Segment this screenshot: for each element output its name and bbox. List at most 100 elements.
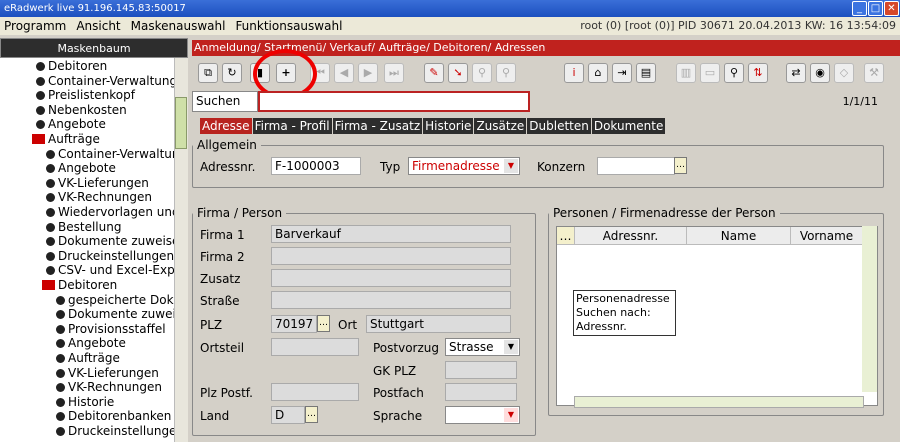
sidebar-item[interactable]: VK-Rechnungen xyxy=(46,190,152,204)
sidebar-item[interactable]: Angebote xyxy=(36,117,106,131)
plz-field[interactable]: 70197 xyxy=(271,315,317,333)
find-icon[interactable]: ⚲ xyxy=(472,63,492,83)
column-header-vorname[interactable]: Vorname xyxy=(791,227,863,245)
tab-adresse[interactable]: Adresse xyxy=(200,118,252,134)
sidebar-item[interactable]: Dokumente zuweise xyxy=(46,234,179,248)
typ-select[interactable]: Firmenadresse ▼ xyxy=(408,157,520,175)
firma2-field[interactable] xyxy=(271,247,511,265)
firma1-field[interactable]: Barverkauf xyxy=(271,225,511,243)
tab-firma-zusatz[interactable]: Firma - Zusatz xyxy=(332,118,423,134)
window-icon[interactable]: ▭ xyxy=(700,63,720,83)
sidebar-item[interactable]: Dokumente zuwei xyxy=(56,307,176,321)
tab-zusaetze[interactable]: Zusätze xyxy=(474,118,527,134)
sidebar-item[interactable]: Angebote xyxy=(46,161,116,175)
tree-scroll-thumb[interactable] xyxy=(175,97,187,149)
adressnr-field[interactable]: F-1000003 xyxy=(271,157,361,175)
sidebar-item[interactable]: Debitoren xyxy=(42,278,117,292)
tag-icon[interactable]: ◇ xyxy=(834,63,854,83)
print-icon[interactable]: ▤ xyxy=(636,63,656,83)
menu-funktionsauswahl[interactable]: Funktionsauswahl xyxy=(235,19,342,33)
sidebar-item[interactable]: VK-Lieferungen xyxy=(56,366,159,380)
ortsteil-field[interactable] xyxy=(271,338,359,356)
strasse-field[interactable] xyxy=(271,291,511,309)
menu-maskenauswahl[interactable]: Maskenauswahl xyxy=(131,19,226,33)
tab-historie[interactable]: Historie xyxy=(423,118,474,134)
tab-bar: Adresse Firma - Profil Firma - Zusatz Histo… xyxy=(200,118,666,134)
chevron-down-icon[interactable]: ▼ xyxy=(504,159,518,173)
edit-icon[interactable]: ✎ xyxy=(424,63,444,83)
sidebar-item[interactable]: Container-Verwaltung xyxy=(46,147,187,161)
sidebar-item[interactable]: Container-Verwaltung xyxy=(36,74,177,88)
prev-record-icon[interactable]: ◀ xyxy=(334,63,354,83)
globe-icon[interactable]: ◉ xyxy=(810,63,830,83)
switch-icon[interactable]: ⇄ xyxy=(786,63,806,83)
sidebar-item[interactable]: VK-Rechnungen xyxy=(56,380,162,394)
sidebar-item[interactable]: Bestellung xyxy=(46,220,121,234)
sidebar-item[interactable]: Provisionsstaffel xyxy=(56,322,166,336)
sort-icon[interactable]: ⇅ xyxy=(748,63,768,83)
copy-icon[interactable]: ⧉ xyxy=(198,63,218,83)
postvorzug-select[interactable]: Strasse ▼ xyxy=(445,338,520,356)
sidebar-item[interactable]: Druckeinstellungen xyxy=(46,249,174,263)
plzpostf-field[interactable] xyxy=(271,383,359,401)
home-icon[interactable]: ⌂ xyxy=(588,63,608,83)
postfach-field[interactable] xyxy=(445,383,517,401)
pointer-icon[interactable]: ➘ xyxy=(448,63,468,83)
menu-programm[interactable]: Programm xyxy=(4,19,66,33)
search-icon[interactable]: ⚲ xyxy=(724,63,744,83)
sidebar-item[interactable]: Druckeinstellunge xyxy=(56,424,176,438)
window-title: eRadwerk live 91.196.145.83:50017 xyxy=(4,3,186,14)
sidebar-item[interactable]: Angebote xyxy=(56,336,126,350)
plz-lookup-icon[interactable]: … xyxy=(317,315,330,332)
konzern-lookup-icon[interactable]: … xyxy=(674,157,687,174)
tools-icon[interactable]: ⚒ xyxy=(864,63,884,83)
sidebar-item[interactable]: gespeicherte Doku xyxy=(56,293,181,307)
sidebar-item[interactable]: Debitoren xyxy=(36,59,107,73)
land-lookup-icon[interactable]: … xyxy=(305,406,318,423)
column-header-name[interactable]: Name xyxy=(687,227,791,245)
zusatz-field[interactable] xyxy=(271,269,511,287)
sidebar-item[interactable]: Aufträge xyxy=(56,351,120,365)
menu-ansicht[interactable]: Ansicht xyxy=(76,19,120,33)
table-menu-icon[interactable]: … xyxy=(557,227,575,245)
info-icon[interactable]: i xyxy=(564,63,584,83)
sidebar-item[interactable]: Wiedervorlagen und xyxy=(46,205,180,219)
tab-dokumente[interactable]: Dokumente xyxy=(591,118,666,134)
tab-firma-profil[interactable]: Firma - Profil xyxy=(252,118,332,134)
ort-field[interactable]: Stuttgart xyxy=(366,315,511,333)
column-header-adressnr[interactable]: Adressnr. xyxy=(575,227,687,245)
sidebar-item[interactable]: Aufträge xyxy=(32,132,100,146)
postvorzug-label: Postvorzug xyxy=(373,341,440,355)
bullet-icon xyxy=(36,62,45,71)
minimize-button[interactable]: _ xyxy=(852,1,867,16)
list-icon[interactable]: ▥ xyxy=(676,63,696,83)
table-horizontal-scrollbar[interactable] xyxy=(574,396,864,408)
land-field[interactable]: D xyxy=(271,406,305,424)
konzern-field[interactable] xyxy=(597,157,675,175)
tab-dubletten[interactable]: Dubletten xyxy=(527,118,591,134)
sidebar-item-label: Angebote xyxy=(58,161,116,176)
chevron-down-icon[interactable]: ▼ xyxy=(504,408,518,422)
sidebar-item[interactable]: Debitorenbanken xyxy=(56,409,171,423)
sprache-select[interactable]: ▼ xyxy=(445,406,520,424)
sidebar-title: Maskenbaum xyxy=(0,38,188,58)
gkplz-field[interactable] xyxy=(445,361,517,379)
last-record-icon[interactable]: ⏭ xyxy=(384,63,404,83)
sidebar-item[interactable]: Historie xyxy=(56,395,114,409)
table-vertical-scrollbar[interactable] xyxy=(862,226,877,392)
close-button[interactable]: ✕ xyxy=(884,1,899,16)
search-input[interactable] xyxy=(258,91,530,112)
maximize-button[interactable]: □ xyxy=(868,1,883,16)
plzpostf-label: Plz Postf. xyxy=(200,386,253,400)
sidebar-item[interactable]: Preislistenkopf xyxy=(36,88,135,102)
firma2-label: Firma 2 xyxy=(200,250,245,264)
folder-icon xyxy=(42,280,55,290)
export-icon[interactable]: ⇥ xyxy=(612,63,632,83)
sidebar-item[interactable]: VK-Lieferungen xyxy=(46,176,149,190)
sidebar-item[interactable]: CSV- und Excel-Exp xyxy=(46,263,175,277)
refresh-icon[interactable]: ↻ xyxy=(222,63,242,83)
find-next-icon[interactable]: ⚲ xyxy=(496,63,516,83)
sidebar-item[interactable]: Nebenkosten xyxy=(36,103,127,117)
chevron-down-icon[interactable]: ▼ xyxy=(504,340,518,354)
next-record-icon[interactable]: ▶ xyxy=(358,63,378,83)
